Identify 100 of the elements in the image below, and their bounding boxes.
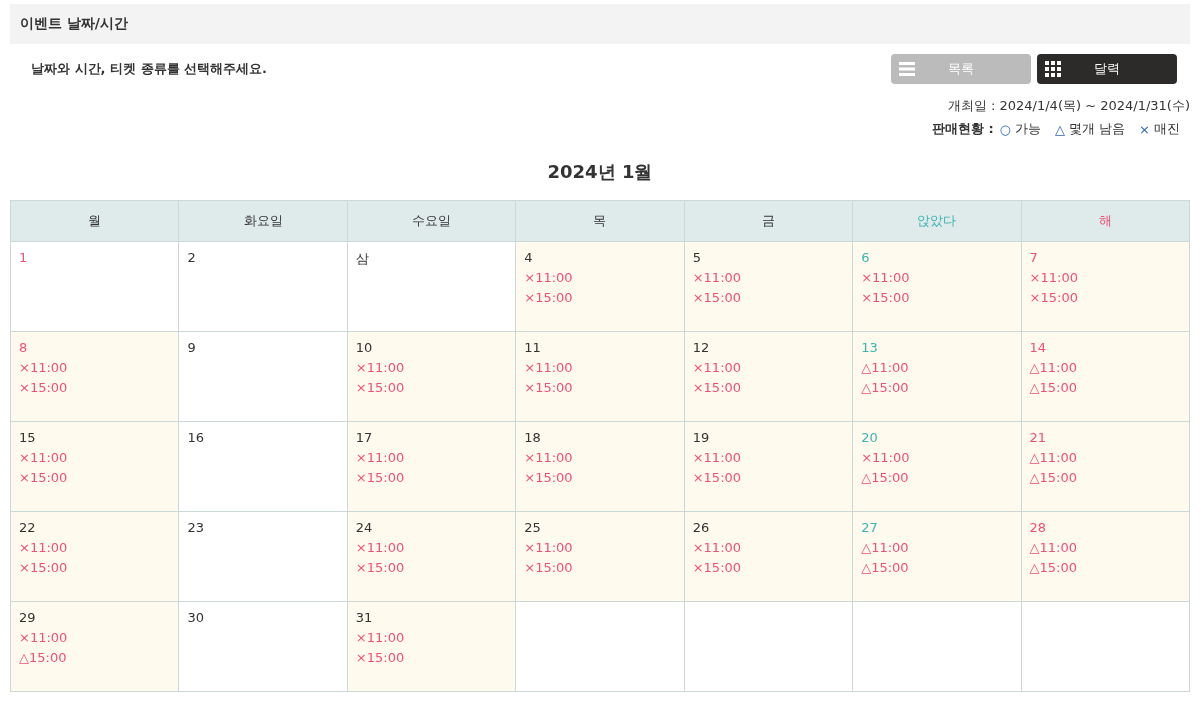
session-time-link[interactable]: ×11:00 bbox=[692, 450, 742, 465]
day-number: 27 bbox=[861, 520, 878, 535]
day-number: 8 bbox=[19, 340, 28, 355]
session-time-link[interactable]: ×11:00 bbox=[19, 540, 68, 555]
day-number: 30 bbox=[187, 610, 204, 625]
session-time-link[interactable]: ×11:00 bbox=[355, 540, 405, 555]
session-time-link[interactable]: ×15:00 bbox=[692, 380, 742, 395]
legend-text: 매진 bbox=[1154, 120, 1180, 138]
session-time-link[interactable]: △15:00 bbox=[861, 560, 909, 575]
session-time-link[interactable]: ×15:00 bbox=[692, 560, 742, 575]
day-cell[interactable]: 18 ×11:00 ×15:00 bbox=[516, 422, 685, 512]
day-cell[interactable]: 5 ×11:00 ×15:00 bbox=[684, 242, 854, 332]
session-time-link[interactable]: ×11:00 bbox=[524, 540, 573, 555]
weekday-header: 화요일 bbox=[179, 201, 348, 242]
day-cell[interactable]: 14 △11:00 △15:00 bbox=[1021, 332, 1190, 422]
session-time-link[interactable]: ×15:00 bbox=[692, 290, 742, 305]
legend-symbol: × bbox=[1139, 121, 1150, 137]
day-number: 26 bbox=[692, 520, 710, 535]
session-time-link[interactable]: ×15:00 bbox=[355, 560, 405, 575]
session-time-link[interactable]: △11:00 bbox=[1029, 360, 1078, 375]
day-cell[interactable]: 24 ×11:00 ×15:00 bbox=[347, 512, 517, 602]
session-time-link[interactable]: ×11:00 bbox=[524, 270, 573, 285]
day-cell[interactable]: 21 △11:00 △15:00 bbox=[1021, 422, 1190, 512]
day-number: 삼 bbox=[355, 250, 369, 268]
day-number: 21 bbox=[1029, 430, 1047, 445]
session-time-link[interactable]: ×11:00 bbox=[355, 450, 405, 465]
session-time-link[interactable]: ×11:00 bbox=[524, 450, 573, 465]
session-time-link[interactable]: ×15:00 bbox=[861, 290, 910, 305]
instruction-text: 날짜와 시간, 티켓 종류를 선택해주세요. bbox=[30, 60, 267, 78]
day-cell[interactable]: 27 △11:00 △15:00 bbox=[853, 512, 1022, 602]
calendar-view-button[interactable]: 달력 bbox=[1037, 54, 1177, 84]
day-cell[interactable]: 28 △11:00 △15:00 bbox=[1021, 512, 1190, 602]
day-number: 4 bbox=[524, 250, 533, 265]
session-time-link[interactable]: ×11:00 bbox=[355, 360, 405, 375]
session-time-link[interactable]: △15:00 bbox=[1029, 380, 1078, 395]
session-time-link[interactable]: ×15:00 bbox=[1029, 290, 1078, 305]
day-cell[interactable]: 11 ×11:00 ×15:00 bbox=[516, 332, 685, 422]
session-time-link[interactable]: ×15:00 bbox=[19, 380, 68, 395]
day-cell[interactable]: 22 ×11:00 ×15:00 bbox=[11, 512, 180, 602]
day-cell[interactable]: 10 ×11:00 ×15:00 bbox=[347, 332, 517, 422]
session-time-link[interactable]: △15:00 bbox=[1029, 470, 1078, 485]
session-time-link[interactable]: ×15:00 bbox=[355, 380, 405, 395]
day-cell[interactable]: 17 ×11:00 ×15:00 bbox=[347, 422, 517, 512]
day-cell[interactable]: 29 ×11:00 △15:00 bbox=[11, 602, 180, 692]
session-time-link[interactable]: △11:00 bbox=[1029, 450, 1078, 465]
day-cell[interactable]: 25 ×11:00 ×15:00 bbox=[516, 512, 685, 602]
session-time-link[interactable]: ×11:00 bbox=[1029, 270, 1078, 285]
session-time-link[interactable]: △11:00 bbox=[1029, 540, 1078, 555]
day-number: 15 bbox=[19, 430, 36, 445]
session-time-link[interactable]: ×11:00 bbox=[355, 630, 405, 645]
session-time-link[interactable]: △15:00 bbox=[861, 380, 909, 395]
day-number: 18 bbox=[524, 430, 541, 445]
day-cell[interactable]: 26 ×11:00 ×15:00 bbox=[684, 512, 854, 602]
day-cell[interactable]: 13 △11:00 △15:00 bbox=[853, 332, 1022, 422]
day-number: 31 bbox=[355, 610, 373, 625]
session-time-link[interactable]: ×11:00 bbox=[692, 360, 742, 375]
day-number: 23 bbox=[187, 520, 204, 535]
day-cell[interactable]: 8 ×11:00 ×15:00 bbox=[11, 332, 180, 422]
day-cell[interactable]: 12 ×11:00 ×15:00 bbox=[684, 332, 854, 422]
weekday-header: 앉았다 bbox=[853, 201, 1022, 242]
session-time-link[interactable]: ×11:00 bbox=[19, 360, 68, 375]
session-time-link[interactable]: △15:00 bbox=[19, 650, 67, 665]
day-number: 7 bbox=[1029, 250, 1038, 265]
day-cell[interactable]: 31 ×11:00 ×15:00 bbox=[347, 602, 517, 692]
day-cell[interactable]: 15 ×11:00 ×15:00 bbox=[11, 422, 180, 512]
day-cell[interactable]: 19 ×11:00 ×15:00 bbox=[684, 422, 854, 512]
list-view-button[interactable]: 목록 bbox=[891, 54, 1031, 84]
section-title: 이벤트 날짜/시간 bbox=[20, 15, 128, 33]
day-number: 28 bbox=[1029, 520, 1047, 535]
session-time-link[interactable]: △15:00 bbox=[1029, 560, 1078, 575]
legend-symbol: ○ bbox=[999, 121, 1011, 137]
session-time-link[interactable]: ×15:00 bbox=[524, 290, 573, 305]
session-time-link[interactable]: ×15:00 bbox=[524, 380, 573, 395]
session-time-link[interactable]: △11:00 bbox=[861, 360, 909, 375]
session-time-link[interactable]: ×11:00 bbox=[19, 450, 68, 465]
day-number: 29 bbox=[19, 610, 36, 625]
day-number: 19 bbox=[692, 430, 710, 445]
session-time-link[interactable]: △15:00 bbox=[861, 470, 909, 485]
session-time-link[interactable]: ×15:00 bbox=[355, 470, 405, 485]
day-cell[interactable]: 6 ×11:00 ×15:00 bbox=[853, 242, 1022, 332]
session-time-link[interactable]: ×15:00 bbox=[355, 650, 405, 665]
session-time-link[interactable]: ×15:00 bbox=[19, 560, 68, 575]
legend-label: 판매현황 : bbox=[931, 120, 994, 138]
session-time-link[interactable]: △11:00 bbox=[861, 540, 909, 555]
session-time-link[interactable]: ×11:00 bbox=[524, 360, 573, 375]
session-time-link[interactable]: ×15:00 bbox=[19, 470, 68, 485]
legend-text: 몇개 남음 bbox=[1068, 120, 1126, 138]
day-number: 11 bbox=[524, 340, 541, 355]
session-time-link[interactable]: ×11:00 bbox=[861, 450, 910, 465]
session-time-link[interactable]: ×11:00 bbox=[861, 270, 910, 285]
session-time-link[interactable]: ×11:00 bbox=[692, 270, 742, 285]
day-cell[interactable]: 7 ×11:00 ×15:00 bbox=[1021, 242, 1190, 332]
session-time-link[interactable]: ×11:00 bbox=[19, 630, 68, 645]
day-cell[interactable]: 4 ×11:00 ×15:00 bbox=[516, 242, 685, 332]
session-time-link[interactable]: ×11:00 bbox=[692, 540, 742, 555]
session-time-link[interactable]: ×15:00 bbox=[524, 560, 573, 575]
day-cell[interactable]: 20 ×11:00 △15:00 bbox=[853, 422, 1022, 512]
session-time-link[interactable]: ×15:00 bbox=[524, 470, 573, 485]
session-time-link[interactable]: ×15:00 bbox=[692, 470, 742, 485]
day-number: 20 bbox=[861, 430, 878, 445]
